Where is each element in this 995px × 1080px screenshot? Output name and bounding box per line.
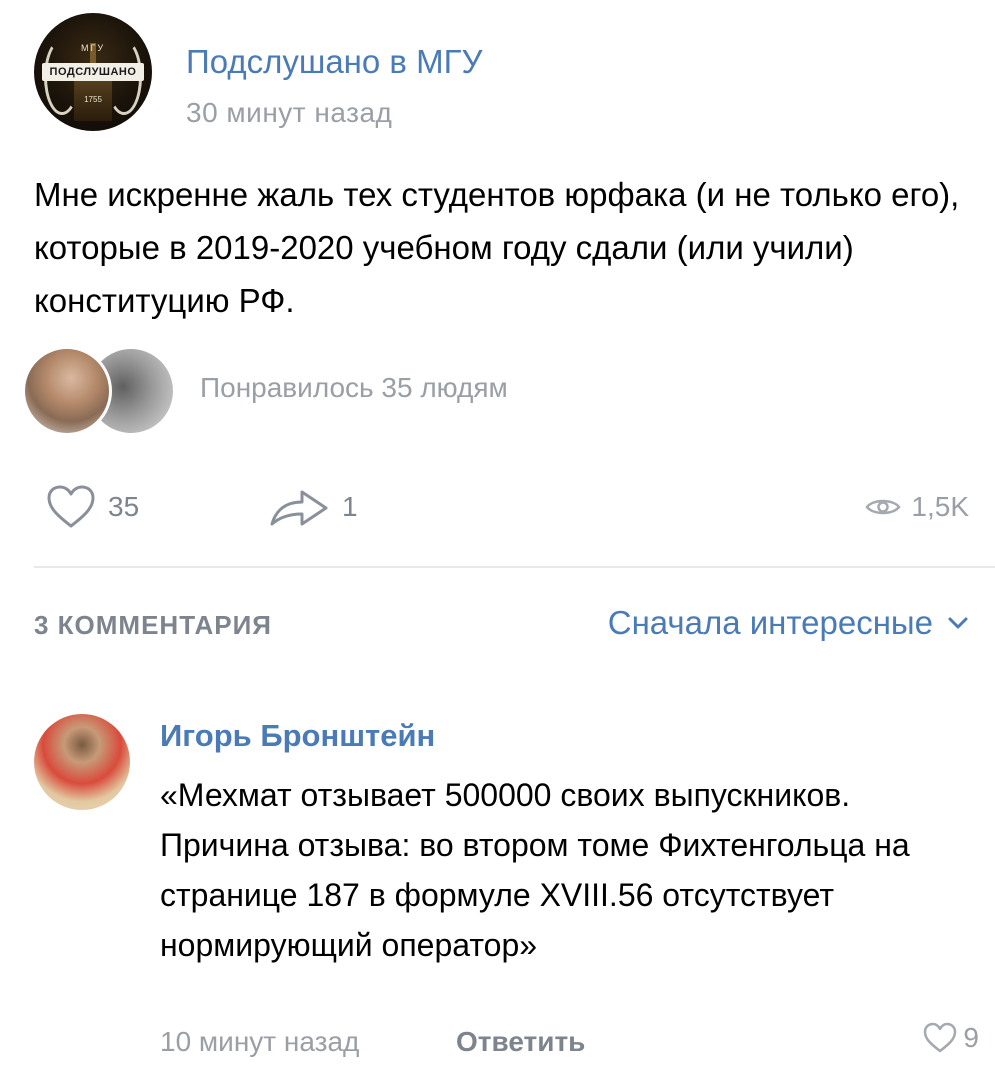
reply-button[interactable]: Ответить	[456, 1026, 585, 1058]
like-count: 35	[108, 491, 140, 522]
section-divider	[34, 566, 995, 568]
post-text: Мне искренне жаль тех студентов юрфака (…	[34, 176, 960, 319]
chevron-down-icon	[948, 617, 968, 629]
comment-author-name[interactable]: Игорь Бронштейн	[160, 718, 435, 754]
post-timestamp[interactable]: 30 минут назад	[186, 97, 392, 129]
avatar-year-text: 1755	[84, 95, 102, 104]
vk-post-screen: МГУ ПОДСЛУШАНО 1755 Подслушано в МГУ 30 …	[0, 0, 995, 1080]
liked-by-text: Понравилось 35 людям	[200, 372, 508, 403]
comment-timestamp: 10 минут назад	[160, 1026, 360, 1057]
like-button[interactable]: 35	[46, 482, 139, 532]
post-actions-bar: 35 1 1,5K	[34, 482, 979, 532]
group-avatar[interactable]: МГУ ПОДСЛУШАНО 1755	[34, 13, 152, 131]
liker-avatar	[22, 346, 112, 436]
share-arrow-icon	[270, 490, 328, 526]
comment-footer: 10 минут назад Ответить 9	[160, 1022, 979, 1066]
eye-icon	[865, 499, 901, 515]
views-counter: 1,5K	[865, 482, 969, 532]
comments-sort-select[interactable]: Сначала интересные	[608, 604, 969, 642]
comment-item: Игорь Бронштейн «Мехмат отзывает 500000 …	[34, 712, 979, 1072]
heart-outline-icon	[924, 1022, 957, 1053]
comments-header: 3 КОММЕНТАРИЯ Сначала интересные	[34, 604, 979, 650]
avatar-banner-text: ПОДСЛУШАНО	[42, 63, 144, 81]
comment-text: «Мехмат отзывает 500000 своих выпускнико…	[160, 777, 910, 963]
liked-by-row[interactable]: Понравилось 35 людям	[22, 346, 722, 436]
post-header: МГУ ПОДСЛУШАНО 1755 Подслушано в МГУ 30 …	[34, 13, 934, 133]
heart-outline-icon	[47, 485, 95, 528]
sort-label: Сначала интересные	[607, 604, 933, 641]
share-button[interactable]: 1	[268, 482, 358, 532]
views-count: 1,5K	[911, 491, 969, 522]
comment-like-button[interactable]: 9	[923, 1022, 979, 1054]
comment-author-avatar[interactable]	[34, 714, 130, 810]
comments-count-label: 3 КОММЕНТАРИЯ	[34, 610, 272, 640]
group-name-link[interactable]: Подслушано в МГУ	[186, 43, 482, 81]
avatar-top-text: МГУ	[80, 43, 106, 53]
share-count: 1	[342, 491, 358, 522]
comment-like-count: 9	[963, 1022, 979, 1053]
